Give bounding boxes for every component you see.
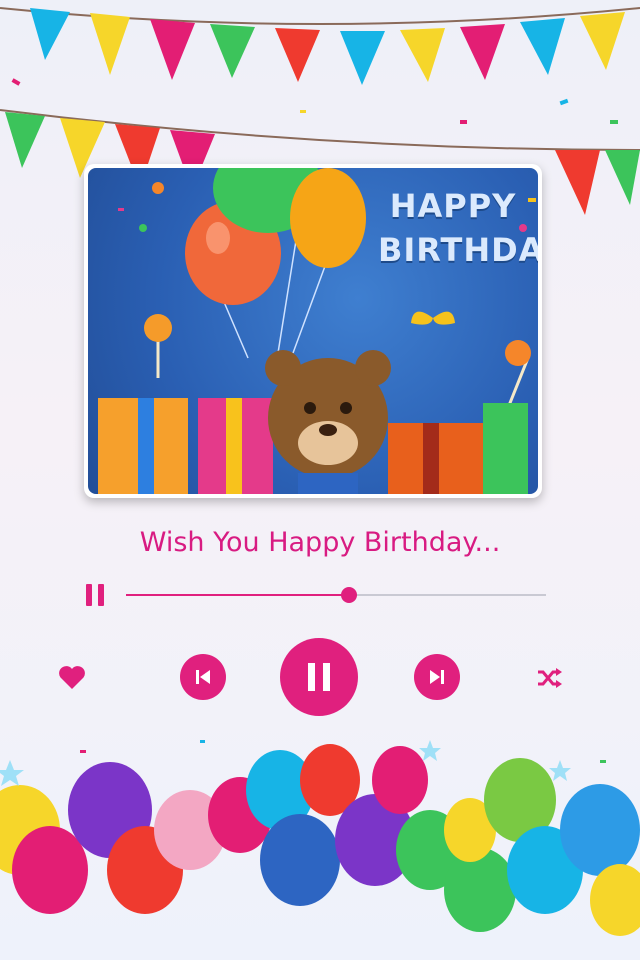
previous-button[interactable] [180, 654, 226, 700]
shuffle-icon[interactable] [536, 666, 562, 690]
next-button[interactable] [414, 654, 460, 700]
album-art-image: HAPPY BIRTHDAY! [88, 168, 538, 494]
song-title: Wish You Happy Birthday... [139, 527, 501, 558]
mini-pause-icon[interactable] [86, 584, 106, 606]
progress-track[interactable] [126, 587, 546, 603]
play-pause-button[interactable] [280, 638, 358, 716]
progress-knob[interactable] [340, 587, 357, 603]
balloons-decoration [0, 740, 640, 936]
album-art-card: HAPPY BIRTHDAY! [84, 164, 542, 498]
progress-fill [126, 594, 349, 596]
heart-icon[interactable] [58, 664, 86, 690]
skip-previous-icon [196, 670, 210, 684]
card-title-line1: HAPPY [389, 187, 517, 225]
skip-next-icon [430, 670, 444, 684]
card-title-line2: BIRTHDAY! [378, 231, 538, 269]
card-title: HAPPY BIRTHDAY! [378, 184, 538, 272]
pause-icon [308, 663, 330, 691]
